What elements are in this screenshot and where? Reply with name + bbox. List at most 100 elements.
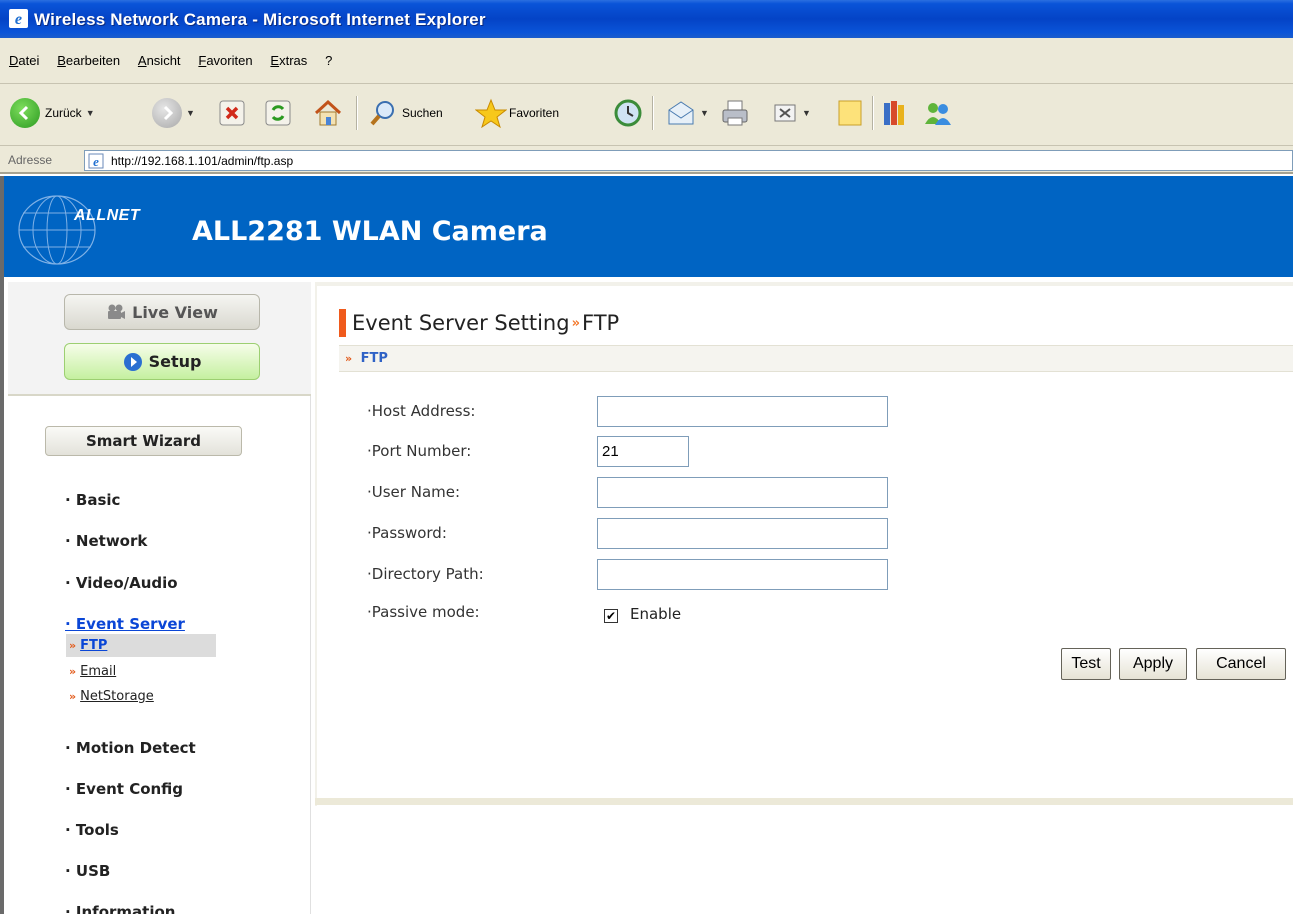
page-title-main: Event Server Setting bbox=[352, 311, 570, 335]
double-chevron-icon: » bbox=[69, 639, 77, 652]
host-address-label: ·Host Address: bbox=[367, 402, 476, 420]
setup-arrow-icon bbox=[123, 352, 142, 371]
toolbar-separator bbox=[356, 96, 357, 130]
search-icon bbox=[370, 101, 394, 126]
favorites-label: Favoriten bbox=[509, 106, 560, 120]
nav-motion-detect[interactable]: · Motion Detect bbox=[65, 739, 196, 757]
nav-tools[interactable]: · Tools bbox=[65, 821, 119, 839]
back-label: Zurück bbox=[45, 106, 82, 120]
settings-panel: Event Server Setting » FTP » FTP ·Host A… bbox=[315, 282, 1293, 806]
camera-banner: ALLNET ALL2281 WLAN Camera bbox=[4, 176, 1293, 277]
edit-document-icon bbox=[774, 104, 796, 122]
home-button[interactable] bbox=[312, 97, 344, 129]
setup-button[interactable]: Setup bbox=[64, 343, 260, 380]
address-bar: Adresse e http://192.168.1.101/admin/ftp… bbox=[0, 146, 1293, 174]
section-header: » FTP bbox=[339, 345, 1293, 372]
directory-path-input[interactable] bbox=[597, 559, 888, 590]
nav-information[interactable]: · Information bbox=[65, 903, 175, 914]
page-title: Event Server Setting » FTP bbox=[339, 309, 619, 337]
mail-button[interactable]: ▼ bbox=[666, 97, 709, 129]
menu-datei[interactable]: Datei bbox=[2, 52, 46, 69]
test-button[interactable]: Test bbox=[1061, 648, 1111, 680]
chevron-down-icon: ▼ bbox=[700, 108, 709, 118]
stop-button[interactable] bbox=[218, 97, 246, 129]
password-label: ·Password: bbox=[367, 524, 447, 542]
mail-icon bbox=[668, 101, 694, 125]
menu-extras[interactable]: Extras bbox=[263, 52, 314, 69]
brand-logo-text: ALLNET bbox=[74, 207, 141, 224]
nav-sub-netstorage-label: NetStorage bbox=[80, 689, 154, 704]
refresh-button[interactable] bbox=[264, 97, 292, 129]
menu-bearbeiten[interactable]: Bearbeiten bbox=[50, 52, 127, 69]
menu-bar: Datei Bearbeiten Ansicht Favoriten Extra… bbox=[0, 38, 1293, 84]
toolbar-separator bbox=[652, 96, 653, 130]
apply-button[interactable]: Apply bbox=[1119, 648, 1187, 680]
note-icon bbox=[838, 100, 862, 126]
forward-button[interactable]: ▼ bbox=[152, 97, 195, 129]
browser-toolbar: Zurück ▼ ▼ Suchen Favoriten ▼ ▼ bbox=[0, 84, 1293, 146]
panel-bottom-divider bbox=[315, 798, 1293, 805]
nav-usb[interactable]: · USB bbox=[65, 862, 110, 880]
live-view-label: Live View bbox=[132, 302, 218, 322]
double-chevron-icon: » bbox=[571, 315, 580, 331]
refresh-icon bbox=[265, 100, 291, 126]
passive-mode-label: ·Passive mode: bbox=[367, 603, 480, 621]
svg-text:e: e bbox=[15, 11, 22, 28]
url-field[interactable]: e http://192.168.1.101/admin/ftp.asp bbox=[84, 150, 1293, 171]
live-view-button[interactable]: Live View bbox=[64, 294, 260, 330]
menu-help[interactable]: ? bbox=[318, 52, 339, 69]
menu-items: Datei Bearbeiten Ansicht Favoriten Extra… bbox=[2, 52, 339, 72]
research-button[interactable] bbox=[880, 97, 910, 129]
svg-text:e: e bbox=[93, 154, 99, 169]
setup-label: Setup bbox=[148, 352, 202, 371]
internet-explorer-icon: e bbox=[9, 9, 28, 28]
history-button[interactable] bbox=[613, 97, 643, 129]
nav-sub-email-label: Email bbox=[80, 664, 117, 679]
edit-button[interactable]: ▼ bbox=[772, 97, 811, 129]
print-button[interactable] bbox=[720, 97, 750, 129]
nav-basic[interactable]: · Basic bbox=[65, 491, 120, 509]
cancel-button[interactable]: Cancel bbox=[1196, 648, 1286, 680]
nav-sub-email[interactable]: » Email bbox=[66, 660, 216, 683]
search-label: Suchen bbox=[402, 106, 443, 120]
home-icon bbox=[314, 99, 342, 126]
title-accent-bar bbox=[339, 309, 346, 337]
smart-wizard-button[interactable]: Smart Wizard bbox=[45, 426, 242, 456]
port-number-label: ·Port Number: bbox=[367, 442, 472, 460]
product-heading: ALL2281 WLAN Camera bbox=[192, 216, 548, 247]
nav-sub-netstorage[interactable]: » NetStorage bbox=[66, 685, 216, 708]
double-chevron-icon: » bbox=[69, 665, 77, 678]
nav-event-config[interactable]: · Event Config bbox=[65, 780, 183, 798]
nav-sub-ftp[interactable]: » FTP bbox=[66, 634, 216, 657]
nav-video-audio[interactable]: · Video/Audio bbox=[65, 574, 178, 592]
camcorder-icon bbox=[108, 304, 126, 319]
window-title: Wireless Network Camera - Microsoft Inte… bbox=[34, 10, 486, 29]
messenger-button[interactable] bbox=[922, 97, 954, 129]
passive-mode-checkbox[interactable]: ✔ bbox=[604, 609, 618, 623]
chevron-down-icon: ▼ bbox=[85, 108, 95, 118]
menu-ansicht[interactable]: Ansicht bbox=[131, 52, 188, 69]
window-titlebar: e Wireless Network Camera - Microsoft In… bbox=[0, 0, 1293, 38]
back-button[interactable]: Zurück ▼ bbox=[10, 97, 95, 129]
url-text: http://192.168.1.101/admin/ftp.asp bbox=[111, 154, 294, 168]
host-address-input[interactable] bbox=[597, 396, 888, 427]
section-title: FTP bbox=[360, 351, 388, 366]
globe-logo-icon bbox=[18, 195, 96, 265]
search-button[interactable]: Suchen bbox=[368, 97, 443, 129]
page-icon: e bbox=[88, 153, 104, 169]
web-page: ALLNET ALL2281 WLAN Camera Live View Set… bbox=[0, 176, 1293, 914]
double-chevron-icon: » bbox=[69, 690, 77, 703]
passive-mode-option: Enable bbox=[630, 605, 682, 623]
nav-sub-ftp-label: FTP bbox=[80, 638, 108, 653]
nav-event-server[interactable]: · Event Server bbox=[65, 615, 185, 633]
nav-network[interactable]: · Network bbox=[65, 532, 147, 550]
books-icon bbox=[884, 101, 904, 125]
user-name-input[interactable] bbox=[597, 477, 888, 508]
password-input[interactable] bbox=[597, 518, 888, 549]
port-number-input[interactable]: 21 bbox=[597, 436, 689, 467]
smart-wizard-label: Smart Wizard bbox=[85, 432, 202, 450]
favorites-button[interactable]: Favoriten bbox=[475, 97, 559, 129]
menu-favoriten[interactable]: Favoriten bbox=[191, 52, 259, 69]
notes-button[interactable] bbox=[836, 97, 864, 129]
user-name-label: ·User Name: bbox=[367, 483, 461, 501]
